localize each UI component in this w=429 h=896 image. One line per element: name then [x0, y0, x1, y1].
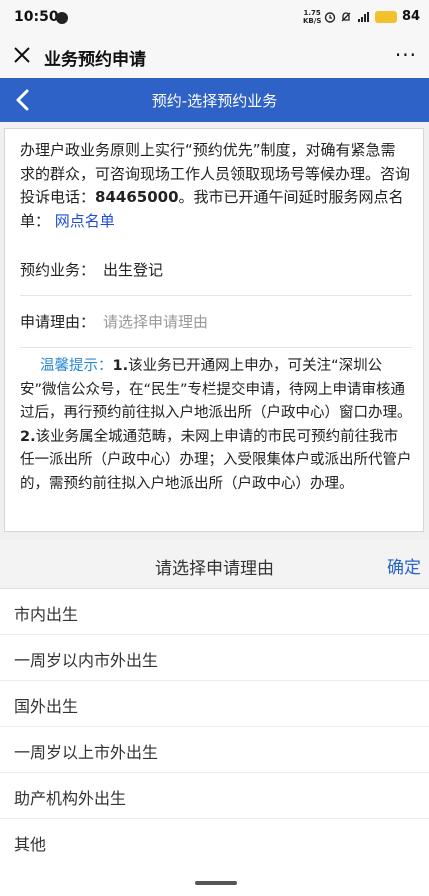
signal-icon — [358, 12, 369, 22]
tip-num-1: 1. — [112, 358, 129, 374]
option-label: 一周岁以上市外出生 — [14, 743, 159, 762]
tip-num-2: 2. — [20, 428, 36, 445]
reason-label: 申请理由： — [20, 313, 96, 331]
option-label: 其他 — [14, 835, 47, 854]
picker-title: 请选择申请理由 — [155, 559, 274, 579]
status-bar: 10:50 1.75 KB/S 84 — [0, 0, 429, 36]
divider — [20, 295, 412, 296]
alarm-icon — [324, 12, 336, 23]
tip-item-2: 该业务属全城通范畴，未网上申请的市民可预约前往我市任一派出所（户政中心）办理；入… — [20, 428, 412, 492]
reason-picker: 请选择申请理由 确定 市内出生 一周岁以内市外出生 国外出生 一周岁以上市外出生… — [0, 540, 429, 896]
notice-text: 办理户政业务原则上实行“预约优先”制度，对确有紧急需求的群众，可咨询现场工作人员… — [20, 139, 410, 233]
wechat-title-bar: 业务预约申请 ··· — [0, 36, 429, 78]
battery-icon — [375, 11, 397, 23]
picker-option[interactable]: 助产机构外出生 — [0, 773, 429, 819]
header-title: 预约-选择预约业务 — [151, 92, 278, 110]
more-menu-button[interactable]: ··· — [395, 43, 417, 67]
battery-level: 84 — [402, 9, 421, 24]
option-label: 一周岁以内市外出生 — [14, 651, 159, 670]
home-indicator[interactable] — [195, 881, 237, 885]
option-label: 助产机构外出生 — [14, 789, 127, 808]
close-icon[interactable] — [12, 45, 32, 65]
picker-option[interactable]: 一周岁以上市外出生 — [0, 727, 429, 773]
tip-text: 温馨提示：1.该业务已开通网上申办，可关注“深圳公安”微信公众号，在“民生”专栏… — [20, 355, 412, 496]
page-title: 业务预约申请 — [44, 50, 146, 70]
picker-header: 请选择申请理由 确定 — [0, 540, 429, 589]
tip-label: 温馨提示： — [40, 358, 113, 374]
business-label: 预约业务： — [20, 261, 96, 279]
app-header: 预约-选择预约业务 — [0, 78, 429, 122]
picker-option[interactable]: 其他 — [0, 819, 429, 865]
divider — [20, 347, 412, 348]
service-points-link[interactable]: 网点名单 — [55, 212, 115, 230]
complaint-phone: 84465000 — [95, 188, 179, 206]
no-notification-icon — [341, 12, 351, 22]
option-label: 市内出生 — [14, 605, 79, 624]
reason-select[interactable]: 请选择申请理由 — [103, 313, 208, 331]
confirm-button[interactable]: 确定 — [387, 553, 421, 578]
form-card: 办理户政业务原则上实行“预约优先”制度，对确有紧急需求的群众，可咨询现场工作人员… — [4, 128, 424, 532]
business-value: 出生登记 — [103, 261, 164, 279]
notification-icon — [56, 12, 68, 24]
picker-option[interactable]: 一周岁以内市外出生 — [0, 635, 429, 681]
network-speed: 1.75 KB/S — [303, 9, 322, 25]
option-label: 国外出生 — [14, 697, 79, 716]
picker-option[interactable]: 市内出生 — [0, 589, 429, 635]
picker-option[interactable]: 国外出生 — [0, 681, 429, 727]
status-time: 10:50 — [14, 9, 59, 25]
reason-row[interactable]: 申请理由： 请选择申请理由 — [20, 312, 415, 332]
business-row: 预约业务： 出生登记 — [20, 260, 415, 280]
